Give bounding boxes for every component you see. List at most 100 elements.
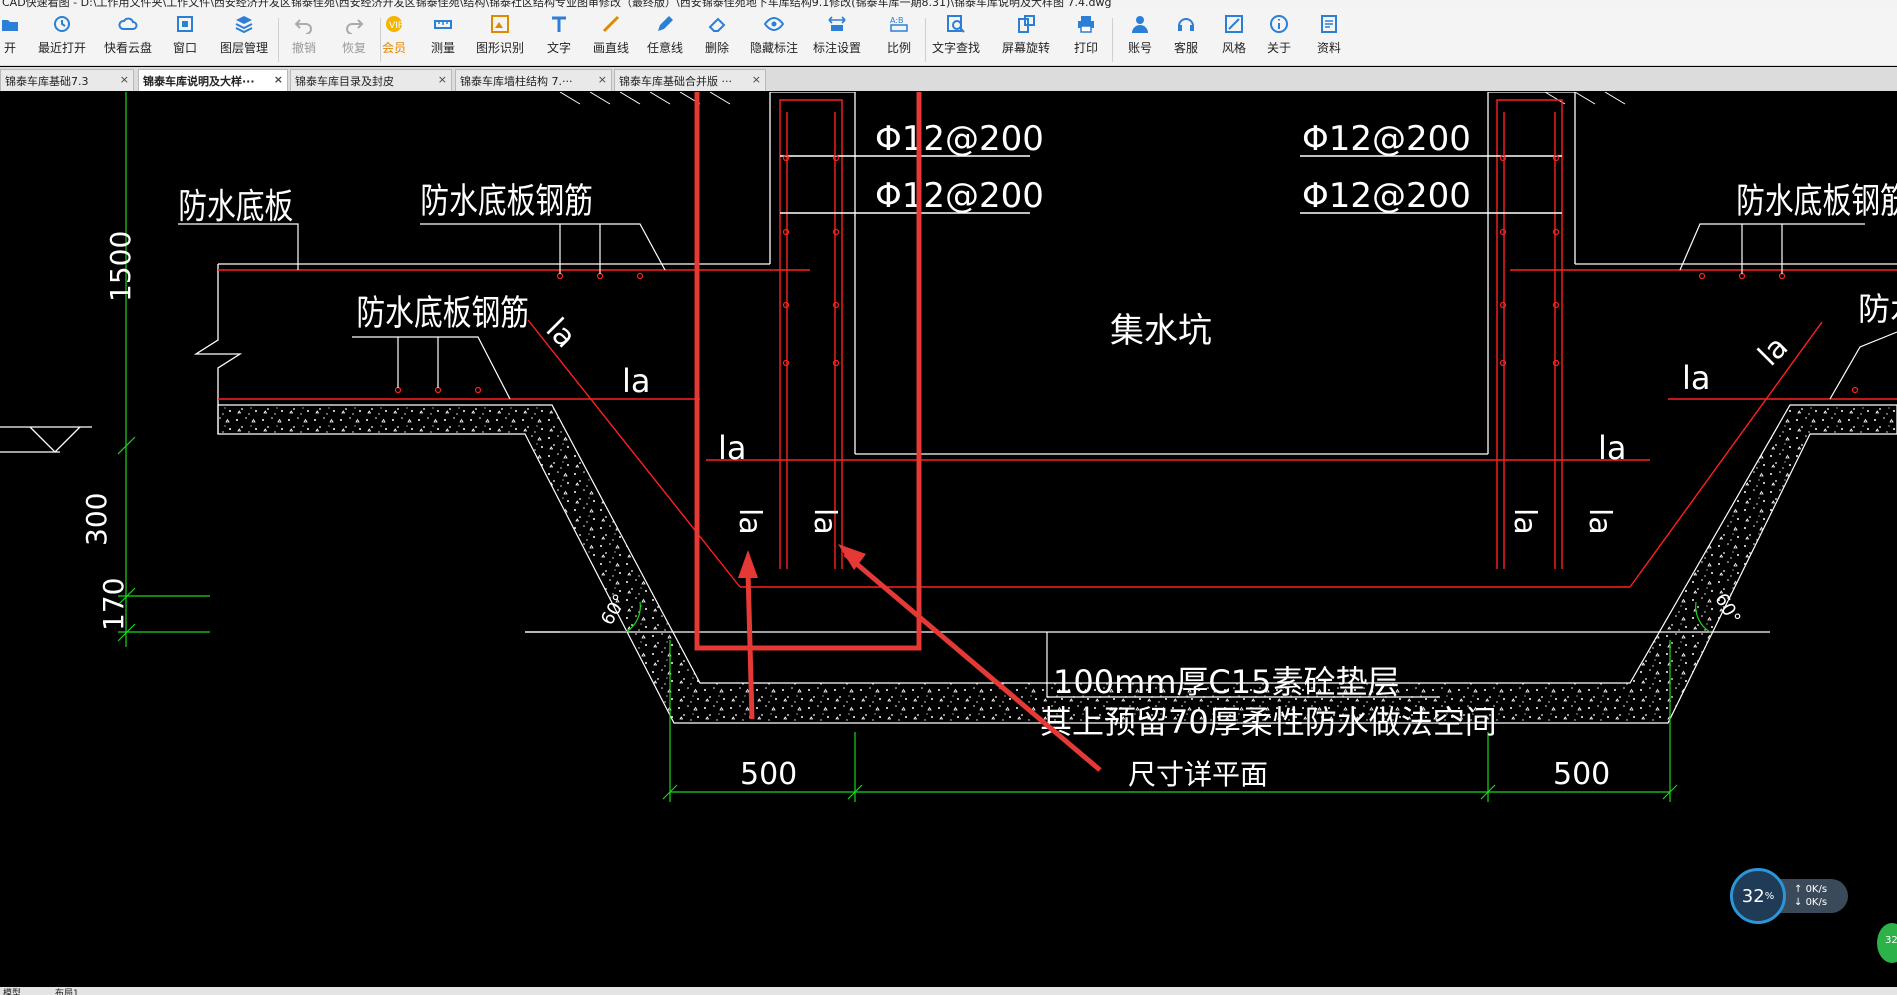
toolbar-button[interactable]: 开 <box>0 12 20 64</box>
toolbar-button[interactable]: 隐藏标注 <box>744 12 804 64</box>
toolbar-button[interactable]: VIP 会员 <box>376 12 412 64</box>
toolbar-button-label: 屏幕旋转 <box>1001 41 1050 55</box>
line-icon <box>601 14 621 34</box>
layout-tab[interactable]: 模型 <box>0 987 21 995</box>
la-label-4: la <box>1598 429 1627 467</box>
toolbar-button[interactable]: 账号 <box>1118 12 1162 64</box>
toolbar-button[interactable]: 删除 <box>695 12 739 64</box>
toolbar-button-label: 比例 <box>886 41 911 55</box>
label-cushion: 100mm厚C15素砼垫层 <box>1053 663 1400 701</box>
toolbar-button[interactable]: 窗口 <box>163 12 207 64</box>
label-plan-ref: 尺寸详平面 <box>1128 758 1268 791</box>
layers-icon <box>234 14 254 34</box>
close-icon[interactable]: × <box>752 73 761 86</box>
label-waterproof-rebar-top-right: 防水底板钢筋 <box>1736 180 1897 222</box>
toolbar-button[interactable]: 文字查找 <box>926 12 986 64</box>
la-label-vert-4: la <box>1582 508 1617 535</box>
toolbar-button[interactable]: 图层管理 <box>214 12 274 64</box>
shape-recognize-icon <box>490 14 510 34</box>
toolbar-button-label: 关于 <box>1266 41 1291 55</box>
toolbar-button[interactable]: 任意线 <box>640 12 690 64</box>
toolbar-button[interactable]: 资料 <box>1307 12 1351 64</box>
rebar-spec-right-1: Φ12@200 <box>1302 119 1471 159</box>
rebar-spec-left-1: Φ12@200 <box>875 119 1044 159</box>
toolbar-button[interactable]: 最近打开 <box>32 12 92 64</box>
toolbar-button[interactable]: 快看云盘 <box>100 12 156 64</box>
network-usage-ring: 32% <box>1730 868 1786 924</box>
ruler-icon <box>433 14 453 34</box>
svg-text:VIP: VIP <box>389 21 404 31</box>
cad-drawing-canvas[interactable]: 防水底板 防水底板钢筋 防水底板钢筋 防水底板钢筋 防水 集水坑 Φ12@200… <box>0 92 1897 987</box>
undo-icon <box>294 14 314 34</box>
toolbar-button: 恢复 <box>332 12 376 64</box>
toolbar-button-label: 标注设置 <box>812 41 861 55</box>
toolbar-button-label: 快看云盘 <box>103 41 152 55</box>
redo-icon <box>344 14 364 34</box>
toolbar-button[interactable]: 客服 <box>1164 12 1208 64</box>
window-title: CAD快速看图 - D:\工作用文件夹\工作文件\西安经济开发区锦泰佳苑\西安经… <box>2 0 1112 8</box>
label-pit: 集水坑 <box>1110 311 1212 351</box>
toolbar-button[interactable]: 文字 <box>537 12 581 64</box>
dim-1500: 1500 <box>104 231 137 302</box>
toolbar-button[interactable]: A:B 比例 <box>877 12 921 64</box>
la-label-1: la <box>622 362 651 400</box>
document-tab-label: 锦泰车库墙柱结构 7.··· <box>460 75 573 88</box>
label-waterproof-base: 防水底板 <box>178 186 293 228</box>
close-icon[interactable]: × <box>438 73 447 86</box>
vip-icon: VIP <box>384 14 404 34</box>
toolbar-button-label: 窗口 <box>172 41 197 55</box>
rebar-spec-left-2: Φ12@200 <box>875 176 1044 216</box>
toolbar-button-label: 开 <box>3 41 16 55</box>
document-tab[interactable]: 锦泰车库基础7.3 × <box>0 69 134 91</box>
network-speed-widget[interactable]: ↑ 0K/s ↓ 0K/s 32% <box>1730 868 1850 924</box>
toolbar-button[interactable]: 打印 <box>1064 12 1108 64</box>
headset-icon <box>1176 14 1196 34</box>
eye-icon <box>764 14 784 34</box>
la-label-vert-1: la <box>732 508 767 535</box>
toolbar-button-label: 删除 <box>704 41 729 55</box>
document-tab[interactable]: 锦泰车库说明及大样··· × <box>138 69 288 91</box>
label-waterproof-cut: 防水 <box>1858 290 1897 328</box>
pencil-icon <box>655 14 675 34</box>
toolbar-button[interactable]: 标注设置 <box>807 12 867 64</box>
toolbar-button[interactable]: 风格 <box>1212 12 1256 64</box>
toolbar-button[interactable]: 图形识别 <box>470 12 530 64</box>
toolbar-button-label: 撤销 <box>291 41 316 55</box>
toolbar-button[interactable]: 测量 <box>421 12 465 64</box>
toolbar-button-label: 测量 <box>430 41 455 55</box>
cloud-icon <box>118 14 138 34</box>
toolbar-button-label: 画直线 <box>592 41 629 55</box>
toolbar-button-label: 客服 <box>1173 41 1198 55</box>
dim-300: 300 <box>80 493 113 546</box>
upload-arrow-icon: ↑ <box>1794 884 1806 895</box>
document-tab[interactable]: 锦泰车库墙柱结构 7.··· × <box>455 69 612 91</box>
download-arrow-icon: ↓ <box>1794 897 1806 908</box>
close-icon[interactable]: × <box>274 73 283 86</box>
document-tab[interactable]: 锦泰车库基础合并版 ··· × <box>614 69 766 91</box>
dim-170: 170 <box>97 578 130 631</box>
recent-clock-icon <box>52 14 72 34</box>
main-toolbar: 开 最近打开 快看云盘 窗口 图层管理 撤销 恢复 VIP 会员 测量 图形识别 文字 画直线 任意线 删除… <box>0 8 1897 66</box>
toolbar-button-label: 图层管理 <box>219 41 268 55</box>
toolbar-button[interactable]: 关于 <box>1259 12 1299 64</box>
toolbar-button-label: 恢复 <box>341 41 366 55</box>
layout-tab[interactable]: 布局1 <box>52 987 79 995</box>
toolbar-button[interactable]: 屏幕旋转 <box>996 12 1056 64</box>
dim-500-right: 500 <box>1553 757 1610 792</box>
download-speed: ↓ 0K/s <box>1794 897 1828 908</box>
label-reserve: 其上预留70厚柔性防水做法空间 <box>1040 703 1497 741</box>
rotate-screen-icon <box>1016 14 1036 34</box>
upload-speed: ↑ 0K/s <box>1794 884 1828 895</box>
printer-icon <box>1076 14 1096 34</box>
toolbar-button-label: 文字查找 <box>931 41 980 55</box>
toolbar-separator <box>1112 18 1113 62</box>
close-icon[interactable]: × <box>598 73 607 86</box>
toolbar-button[interactable]: 画直线 <box>586 12 636 64</box>
close-icon[interactable]: × <box>120 73 129 86</box>
find-text-icon <box>946 14 966 34</box>
eraser-icon <box>707 14 727 34</box>
toolbar-button-label: 任意线 <box>646 41 683 55</box>
rebar-spec-right-2: Φ12@200 <box>1302 176 1471 216</box>
label-waterproof-rebar-top-left: 防水底板钢筋 <box>420 180 593 222</box>
document-tab[interactable]: 锦泰车库目录及封皮 × <box>290 69 452 91</box>
